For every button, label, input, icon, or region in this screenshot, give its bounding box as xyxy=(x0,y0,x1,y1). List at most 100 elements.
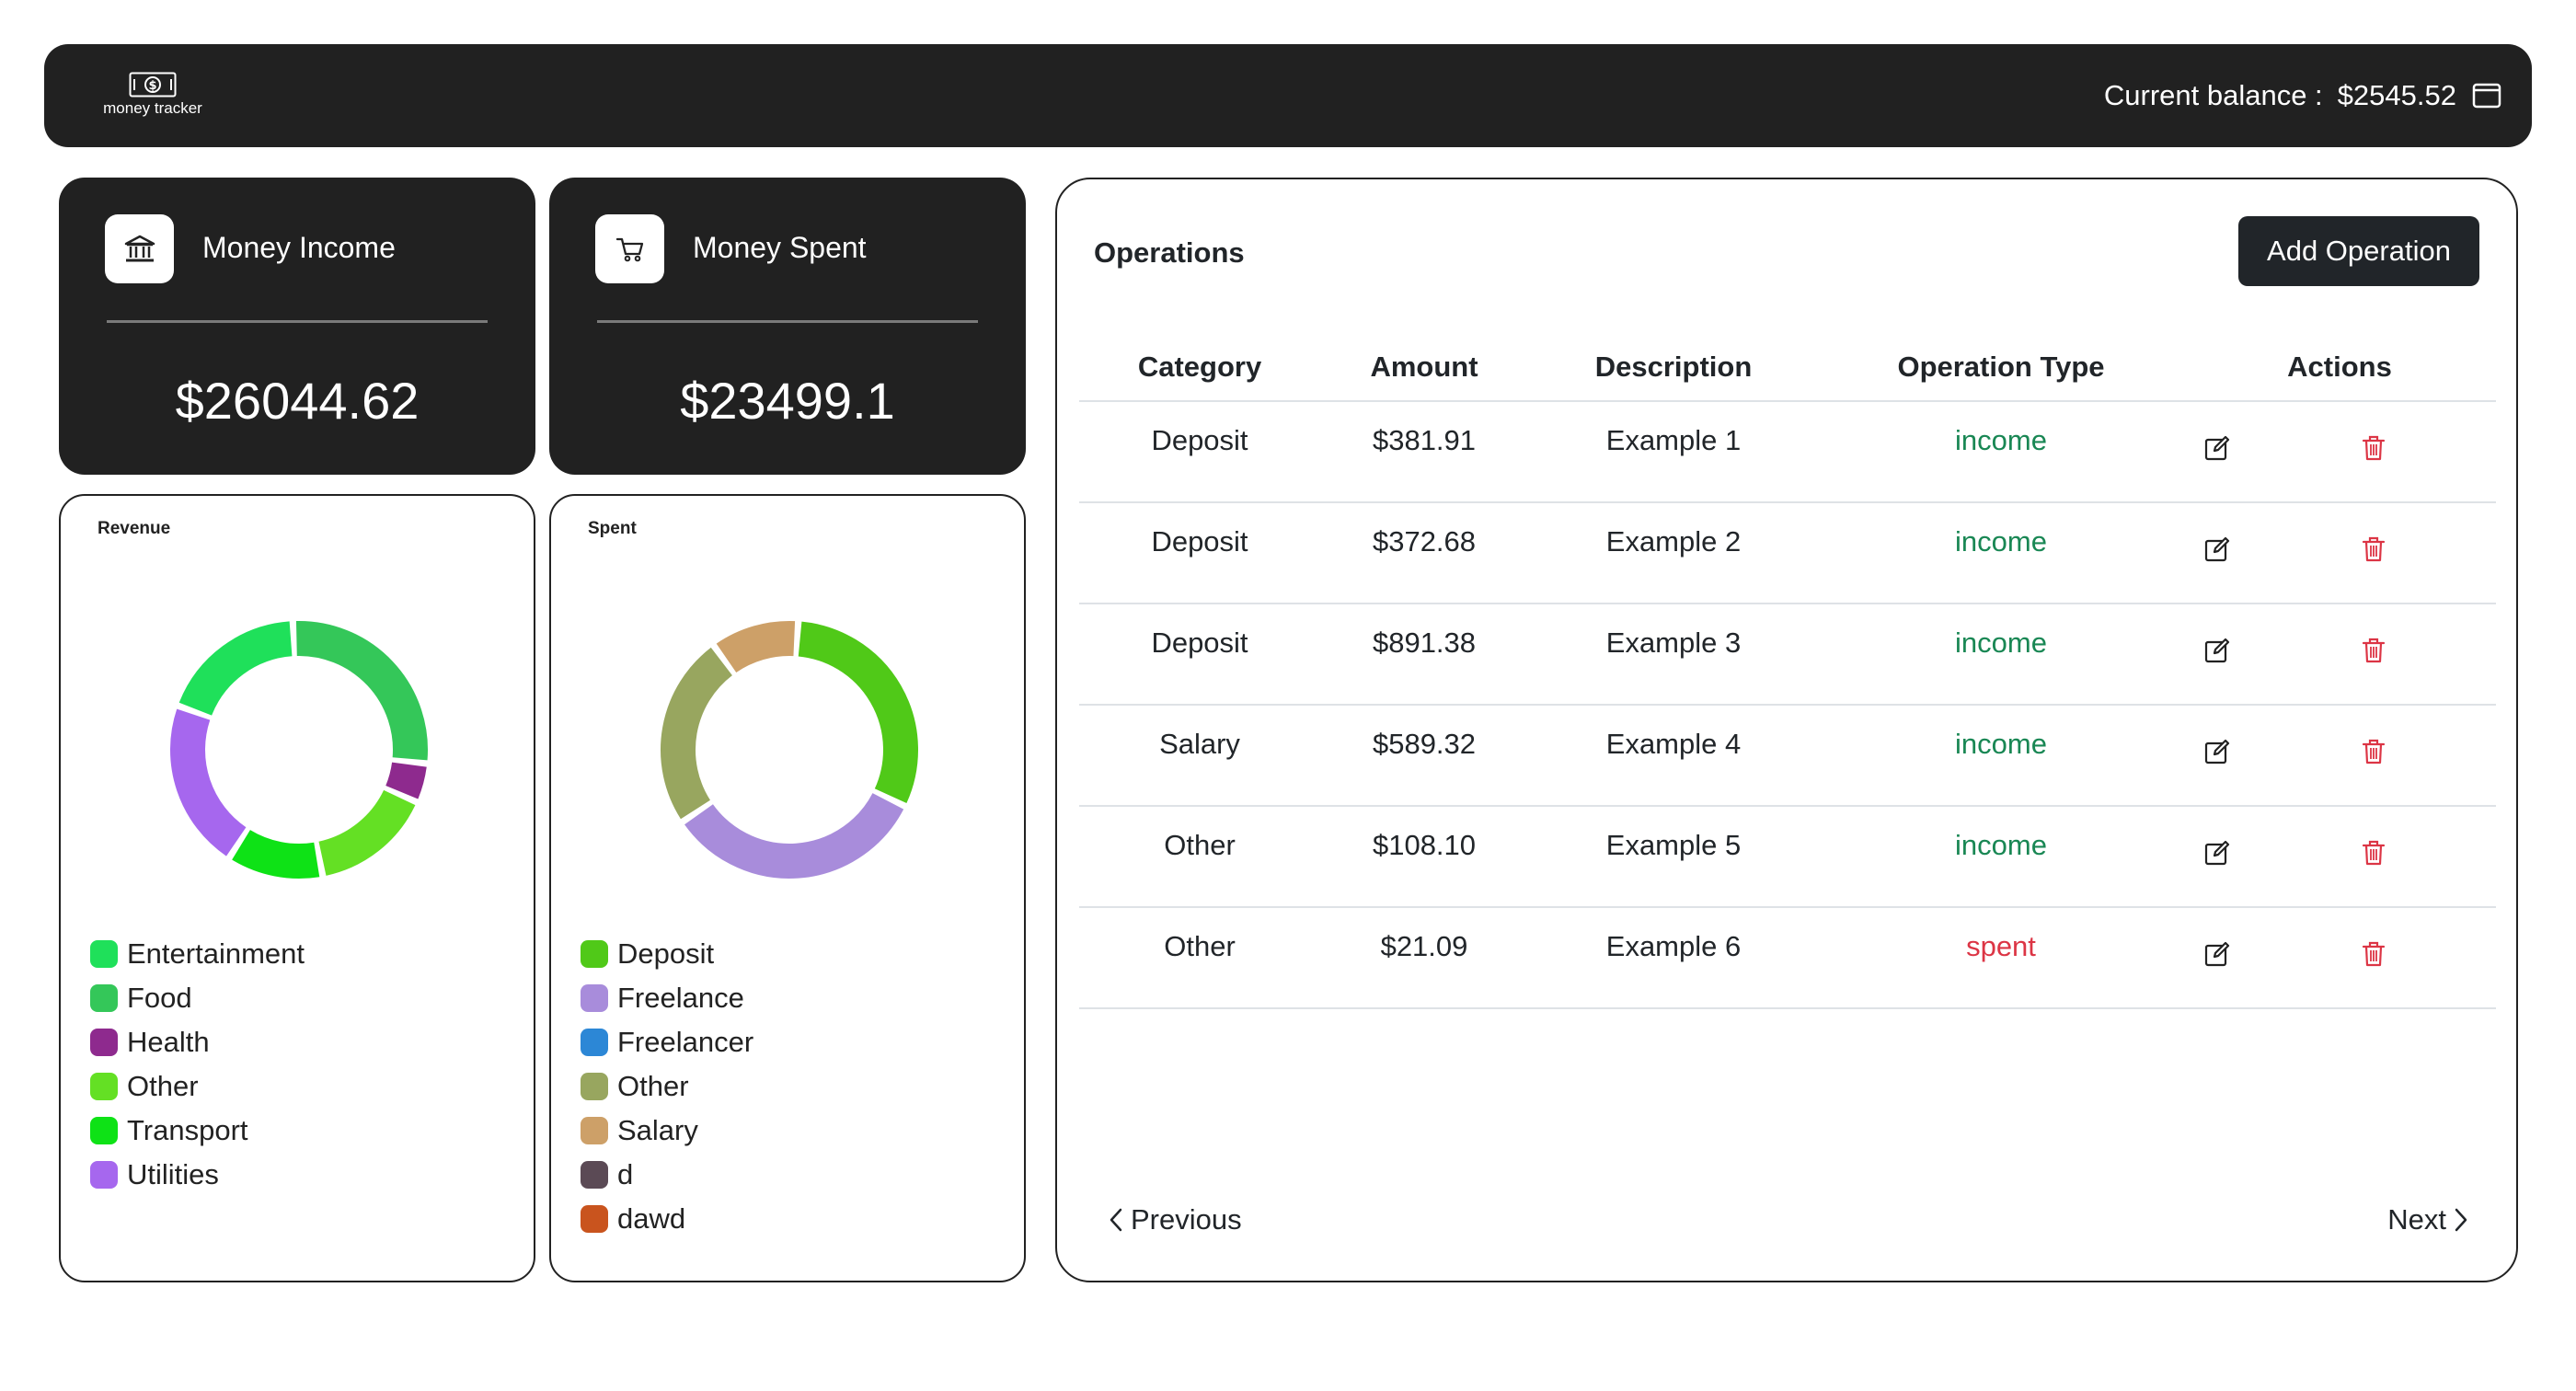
legend-label: Health xyxy=(127,1026,210,1058)
edit-button[interactable] xyxy=(2199,834,2236,871)
cell-amount: $372.68 xyxy=(1372,525,1477,558)
previous-button[interactable]: Previous xyxy=(1109,1203,1242,1236)
legend-swatch xyxy=(90,984,118,1012)
top-navbar: $ money tracker Current balance : $2545.… xyxy=(44,44,2532,147)
cell-amount: $108.10 xyxy=(1372,829,1477,861)
trash-icon xyxy=(2362,840,2386,866)
legend-label: Utilities xyxy=(127,1158,219,1190)
column-header-description: Description xyxy=(1594,351,1753,383)
legend-swatch xyxy=(581,984,608,1012)
delete-button[interactable] xyxy=(2355,936,2392,972)
next-label: Next xyxy=(2387,1203,2446,1236)
legend-swatch xyxy=(581,1205,608,1233)
legend-item[interactable]: Health xyxy=(90,1020,305,1064)
delete-button[interactable] xyxy=(2355,632,2392,669)
operations-table: Category Amount Description Operation Ty… xyxy=(1079,334,2496,1009)
divider xyxy=(597,320,978,323)
cell-actions xyxy=(2183,604,2496,669)
delete-button[interactable] xyxy=(2355,834,2392,871)
cell-actions xyxy=(2183,503,2496,568)
legend-item[interactable]: Transport xyxy=(90,1109,305,1153)
money-income-card: Money Income $26044.62 xyxy=(59,178,535,475)
legend-item[interactable]: Deposit xyxy=(581,932,753,976)
legend-item[interactable]: dawd xyxy=(581,1197,753,1241)
edit-icon xyxy=(2204,435,2230,461)
donut-slice[interactable] xyxy=(170,708,247,856)
delete-button[interactable] xyxy=(2355,531,2392,568)
legend-item[interactable]: Freelancer xyxy=(581,1020,753,1064)
column-header-actions: Actions xyxy=(2287,351,2392,383)
legend-item[interactable]: Food xyxy=(90,976,305,1020)
cell-operation-type: income xyxy=(1955,627,2047,659)
next-button[interactable]: Next xyxy=(2387,1203,2468,1236)
cell-description: Example 5 xyxy=(1605,829,1742,861)
donut-slice[interactable] xyxy=(716,621,796,673)
previous-label: Previous xyxy=(1131,1203,1242,1236)
spent-legend: Deposit Freelance Freelancer Other Salary d da… xyxy=(581,932,753,1241)
cell-amount: $381.91 xyxy=(1372,424,1477,456)
legend-item[interactable]: Utilities xyxy=(90,1153,305,1197)
edit-button[interactable] xyxy=(2199,430,2236,466)
spent-donut-chart xyxy=(661,621,918,879)
cell-category: Salary xyxy=(1159,728,1240,760)
wallet-icon xyxy=(2472,83,2501,109)
cell-actions xyxy=(2183,706,2496,770)
money-bill-icon: $ xyxy=(129,72,177,98)
table-row: Deposit $372.68 Example 2 income xyxy=(1079,503,2496,604)
legend-item[interactable]: Freelance xyxy=(581,976,753,1020)
edit-button[interactable] xyxy=(2199,936,2236,972)
donut-slice[interactable] xyxy=(385,762,427,799)
cell-category: Deposit xyxy=(1151,525,1248,558)
spent-icon-box xyxy=(595,214,664,283)
add-operation-button[interactable]: Add Operation xyxy=(2238,216,2479,286)
legend-swatch xyxy=(581,1117,608,1144)
cell-description: Example 1 xyxy=(1605,424,1742,456)
legend-swatch xyxy=(90,940,118,968)
cell-operation-type: spent xyxy=(1966,930,2036,962)
edit-icon xyxy=(2204,536,2230,562)
edit-button[interactable] xyxy=(2199,632,2236,669)
legend-item[interactable]: Entertainment xyxy=(90,932,305,976)
logo[interactable]: $ money tracker xyxy=(88,72,217,127)
revenue-chart-title: Revenue xyxy=(98,519,171,538)
table-body: Deposit $381.91 Example 1 income Deposit $372… xyxy=(1079,402,2496,1009)
legend-item[interactable]: d xyxy=(581,1153,753,1197)
delete-button[interactable] xyxy=(2355,430,2392,466)
donut-slice[interactable] xyxy=(684,792,904,879)
cell-actions xyxy=(2183,402,2496,466)
cell-description: Example 3 xyxy=(1605,627,1742,659)
legend-item[interactable]: Other xyxy=(581,1064,753,1109)
trash-icon xyxy=(2362,638,2386,663)
cell-category: Other xyxy=(1164,930,1236,962)
edit-icon xyxy=(2204,941,2230,967)
spent-chart-title: Spent xyxy=(588,519,637,538)
legend-item[interactable]: Salary xyxy=(581,1109,753,1153)
legend-label: Transport xyxy=(127,1114,248,1146)
legend-label: Freelance xyxy=(617,982,744,1014)
donut-slice[interactable] xyxy=(232,829,320,879)
table-row: Deposit $891.38 Example 3 income xyxy=(1079,604,2496,706)
trash-icon xyxy=(2362,435,2386,461)
delete-button[interactable] xyxy=(2355,733,2392,770)
legend-label: Freelancer xyxy=(617,1026,754,1058)
money-spent-card: Money Spent $23499.1 xyxy=(549,178,1026,475)
cell-description: Example 2 xyxy=(1605,525,1742,558)
donut-slice[interactable] xyxy=(178,621,293,717)
legend-label: Other xyxy=(617,1070,689,1102)
legend-label: Food xyxy=(127,982,192,1014)
edit-button[interactable] xyxy=(2199,531,2236,568)
table-header: Category Amount Description Operation Ty… xyxy=(1079,334,2496,402)
donut-slice[interactable] xyxy=(317,789,416,876)
cell-operation-type: income xyxy=(1955,424,2047,456)
legend-swatch xyxy=(581,1161,608,1189)
donut-slice[interactable] xyxy=(661,647,733,820)
column-header-category: Category xyxy=(1137,351,1262,383)
legend-item[interactable]: Other xyxy=(90,1064,305,1109)
table-row: Other $21.09 Example 6 spent xyxy=(1079,908,2496,1009)
legend-swatch xyxy=(90,1073,118,1100)
donut-slice[interactable] xyxy=(295,621,428,761)
chevron-right-icon xyxy=(2455,1208,2467,1232)
donut-slice[interactable] xyxy=(798,621,918,804)
chevron-left-icon xyxy=(1110,1208,1122,1232)
edit-button[interactable] xyxy=(2199,733,2236,770)
